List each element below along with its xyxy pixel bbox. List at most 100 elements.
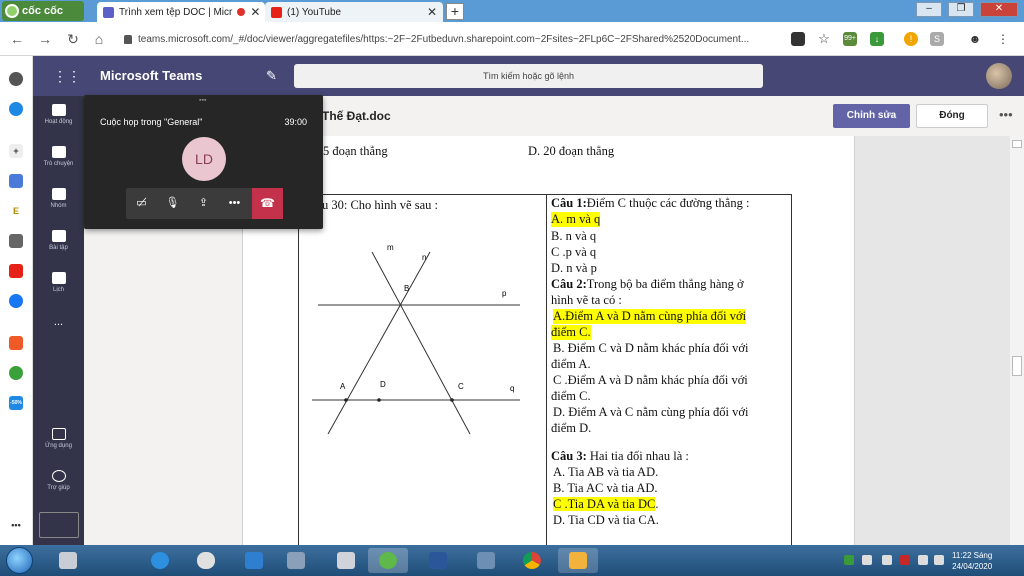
forward-button[interactable]: →: [36, 30, 54, 48]
point-d: [377, 398, 381, 402]
more-actions-icon[interactable]: •••: [219, 188, 250, 219]
edit-button[interactable]: Chỉnh sửa: [833, 104, 910, 128]
question-2-text-line2: hình vẽ ta có :: [551, 293, 622, 307]
restore-button[interactable]: ❐: [948, 2, 974, 17]
e-app-icon[interactable]: E: [9, 204, 23, 218]
camera-icon[interactable]: [791, 32, 805, 46]
start-button[interactable]: [6, 547, 33, 574]
participant-avatar: LD: [182, 137, 226, 181]
add-icon[interactable]: +: [9, 144, 23, 158]
close-button[interactable]: Đóng: [916, 104, 988, 128]
taskbar-app-tool[interactable]: [276, 548, 316, 573]
download-icon: [38, 512, 79, 538]
hang-up-button[interactable]: ☎: [252, 188, 283, 219]
back-button[interactable]: ←: [8, 30, 26, 48]
facebook-icon[interactable]: [9, 294, 23, 308]
taskbar-app-mouse[interactable]: [186, 548, 226, 573]
alert-icon[interactable]: !: [904, 32, 918, 46]
ie-icon: [151, 552, 169, 569]
chat-icon: [51, 146, 66, 158]
recording-dot-icon: [237, 8, 246, 16]
profile-icon[interactable]: ☻: [968, 32, 982, 46]
reload-button[interactable]: ↻: [64, 30, 82, 48]
close-tab-icon[interactable]: ✕: [427, 5, 437, 19]
nav-label: Trợ giúp: [47, 485, 70, 491]
flag-icon[interactable]: [882, 555, 892, 565]
q3-option-d: D. Tia CD và tia CA.: [553, 513, 659, 527]
file-icon: [337, 552, 355, 569]
taskbar-app-word[interactable]: [418, 548, 458, 573]
taskbar-app-chrome[interactable]: [512, 548, 552, 573]
nav-more[interactable]: ...: [33, 316, 84, 328]
youtube-icon[interactable]: [9, 264, 23, 278]
shopping-icon[interactable]: [9, 336, 23, 350]
nav-calendar[interactable]: Lịch: [33, 272, 84, 293]
microphone-icon[interactable]: 🎙: [157, 188, 188, 219]
more-icon[interactable]: •••: [9, 518, 23, 532]
taskbar-app-blue[interactable]: [234, 548, 274, 573]
scroll-thumb[interactable]: [1012, 356, 1022, 376]
new-tab-button[interactable]: +: [446, 3, 464, 20]
close-tab-icon[interactable]: ✕: [250, 5, 260, 19]
q3-option-a: A. Tia AB và tia AD.: [553, 465, 659, 479]
camera-off-icon[interactable]: ▭̸: [126, 188, 157, 219]
more-options-icon[interactable]: •••: [999, 107, 1013, 122]
scroll-up-icon[interactable]: [1012, 140, 1022, 148]
q2-option-c-line2: điểm C.: [551, 389, 591, 403]
menu-icon[interactable]: ⋮: [996, 32, 1010, 46]
taskbar-app-coccoc[interactable]: [368, 548, 408, 573]
taskbar-app-paint[interactable]: [558, 548, 598, 573]
label-d: D: [380, 380, 386, 389]
search-input[interactable]: Tìm kiếm hoặc gõ lệnh: [294, 64, 763, 88]
green-app-icon[interactable]: [9, 366, 23, 380]
nav-teams[interactable]: Nhóm: [33, 188, 84, 209]
home-button[interactable]: ⌂: [90, 30, 108, 48]
taskbar-app-network[interactable]: [466, 548, 506, 573]
nav-chat[interactable]: Trò chuyện: [33, 146, 84, 167]
bookmark-star-icon[interactable]: ☆: [817, 32, 831, 46]
extension-s-icon[interactable]: S: [930, 32, 944, 46]
more-icon: ...: [53, 316, 64, 328]
tray-icon[interactable]: [900, 555, 910, 565]
tray-icon[interactable]: [862, 555, 872, 565]
network-status-icon[interactable]: [918, 555, 928, 565]
taskbar-app-file[interactable]: [326, 548, 366, 573]
browser-brand-label: cốc cốc: [22, 5, 63, 17]
tab-doc-viewer[interactable]: Trình xem tệp DOC | Micr ✕: [97, 2, 265, 22]
meeting-panel[interactable]: ▪▪▪ Cuộc họp trong "General" 39:00 LD ▭̸…: [84, 95, 323, 229]
apps-icon: [51, 428, 66, 440]
download-icon[interactable]: ↓: [870, 32, 884, 46]
browser-logo[interactable]: cốc cốc: [2, 1, 84, 21]
user-avatar[interactable]: [986, 63, 1012, 89]
app-icon[interactable]: [9, 234, 23, 248]
teams-header: ⋮⋮ Microsoft Teams ✎ Tìm kiếm hoặc gõ lệ…: [33, 56, 1024, 96]
label-a: A: [340, 382, 346, 391]
taskbar-app-calculator[interactable]: [48, 548, 88, 573]
q1-option-a: A. m và q: [551, 212, 601, 227]
sale-badge-icon[interactable]: -50%: [9, 396, 23, 410]
app-launcher-icon[interactable]: ⋮⋮: [53, 68, 81, 85]
messenger-icon[interactable]: [9, 102, 23, 116]
minimize-button[interactable]: –: [916, 2, 942, 17]
tray-icon[interactable]: [844, 555, 854, 565]
download-app-button[interactable]: [33, 512, 84, 538]
extension-badge[interactable]: 99+: [843, 32, 857, 46]
tab-youtube[interactable]: (1) YouTube ✕: [265, 2, 443, 22]
nav-apps[interactable]: Ứng dụng: [33, 428, 84, 449]
url-bar[interactable]: teams.microsoft.com/_#/doc/viewer/aggreg…: [118, 29, 838, 49]
taskbar-app-ie[interactable]: [140, 548, 180, 573]
drag-handle-icon[interactable]: ▪▪▪: [199, 97, 206, 104]
share-screen-icon[interactable]: ⇪: [188, 188, 219, 219]
q1-option-c: C .p và q: [551, 245, 597, 259]
scrollbar[interactable]: [1010, 136, 1024, 545]
new-chat-icon[interactable]: ✎: [266, 68, 277, 84]
system-clock[interactable]: 11:22 Sáng 24/04/2020: [952, 550, 992, 572]
nav-assignments[interactable]: Bài tập: [33, 230, 84, 251]
history-icon[interactable]: [9, 72, 23, 86]
close-window-button[interactable]: ✕: [980, 2, 1018, 17]
nav-label: Ứng dụng: [45, 443, 72, 449]
nav-activity[interactable]: Hoạt động: [33, 104, 84, 125]
teams-app-icon[interactable]: [9, 174, 23, 188]
nav-help[interactable]: Trợ giúp: [33, 470, 84, 491]
volume-icon[interactable]: [934, 555, 944, 565]
